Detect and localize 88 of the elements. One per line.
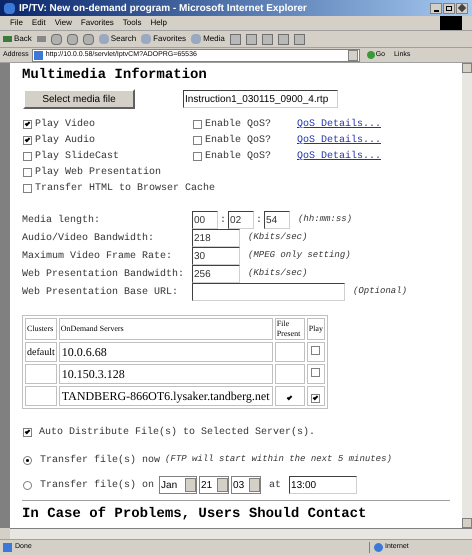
menu-item[interactable]: File <box>10 17 23 29</box>
search-button[interactable]: Search <box>98 33 136 45</box>
column-header: File Present <box>274 318 305 340</box>
field-label: Audio/Video Bandwidth: <box>22 232 156 246</box>
globe-icon <box>374 543 383 552</box>
field-hint: (MPEG only setting) <box>248 249 351 262</box>
table-cell: TANDBERG-866OT6.lysaker.tandberg.net <box>58 386 273 406</box>
field-hint: (Kbits/sec) <box>248 267 308 280</box>
column-header: Clusters <box>25 318 57 340</box>
vertical-scrollbar[interactable] <box>462 63 472 528</box>
window-title: IP/TV: New on-demand program - Microsoft Internet Explorer <box>19 2 307 16</box>
text-field[interactable]: 256 <box>192 265 240 283</box>
minimize-button[interactable] <box>430 2 442 14</box>
field-hint: (Kbits/sec) <box>248 231 308 244</box>
radio-button[interactable] <box>23 480 32 490</box>
option-label: Enable QoS? <box>205 134 272 148</box>
menu-item[interactable]: View <box>54 17 72 29</box>
day-dropdown[interactable]: 21 <box>199 476 230 494</box>
option-label: at <box>269 478 282 492</box>
page-icon <box>34 50 43 60</box>
column-header: Play <box>306 318 325 340</box>
option-label: Transfer file(s) now <box>40 454 160 468</box>
menu-item[interactable]: Help <box>150 17 167 29</box>
horizontal-scrollbar[interactable] <box>10 528 472 539</box>
favorites-button[interactable]: Favorites <box>141 33 186 45</box>
checkbox[interactable] <box>23 428 32 437</box>
checkbox[interactable] <box>23 136 32 145</box>
column-header: OnDemand Servers <box>58 318 273 340</box>
option-label: Play Audio <box>35 134 96 148</box>
menu-item[interactable]: Tools <box>122 17 142 29</box>
close-button[interactable] <box>456 2 468 14</box>
page-heading: Multimedia Information <box>22 67 208 83</box>
qos-details-link[interactable]: QoS Details... <box>297 133 382 148</box>
checkmark-icon <box>286 394 293 400</box>
checkbox[interactable] <box>311 368 320 377</box>
table-cell <box>25 364 57 384</box>
option-label: Play Video <box>35 118 96 132</box>
back-button[interactable]: Back <box>3 33 32 45</box>
table-cell: default <box>25 342 57 362</box>
option-label: Play Web Presentation <box>35 166 162 180</box>
table-cell: 10.150.3.128 <box>58 364 273 384</box>
media-file-field[interactable]: Instruction1_030115_0900_4.rtp <box>183 90 338 108</box>
option-label: Transfer HTML to Browser Cache <box>35 182 216 196</box>
field-label: Web Presentation Base URL: <box>22 286 180 300</box>
checkbox[interactable] <box>23 152 32 161</box>
page-icon <box>3 543 12 552</box>
table-cell: 10.0.6.68 <box>58 342 273 362</box>
option-label: Transfer file(s) on <box>40 478 154 492</box>
table-cell <box>25 386 57 406</box>
checkbox[interactable] <box>23 120 32 129</box>
field-hint: (Optional) <box>353 285 408 298</box>
checkbox[interactable] <box>23 184 32 193</box>
checkbox[interactable] <box>311 394 320 403</box>
field-label: Media length: <box>22 214 102 228</box>
checkbox[interactable] <box>23 168 32 177</box>
browser-icon <box>4 2 15 14</box>
checkbox[interactable] <box>311 346 320 355</box>
option-label: Enable QoS? <box>205 118 272 132</box>
menu-item[interactable]: Edit <box>32 17 46 29</box>
media-button[interactable]: Media <box>191 33 225 45</box>
transfer-note: (FTP will start within the next 5 minutes) <box>165 453 392 466</box>
separator: : <box>255 214 264 228</box>
menu-item[interactable]: Favorites <box>80 17 114 29</box>
year-dropdown[interactable]: 03 <box>231 476 262 494</box>
time-field[interactable]: 13:00 <box>289 476 358 494</box>
qos-details-link[interactable]: QoS Details... <box>297 117 382 132</box>
select-media-file-button[interactable]: Select media file <box>23 89 135 109</box>
option-label: Auto Distribute File(s) to Selected Server(s). <box>39 426 316 440</box>
checkbox[interactable] <box>193 120 202 129</box>
hours-field[interactable]: 00 <box>192 211 218 229</box>
field-label: Web Presentation Bandwidth: <box>22 268 186 282</box>
text-field[interactable]: 30 <box>192 247 240 265</box>
option-label: Play SlideCast <box>35 150 120 164</box>
field-hint: (hh:mm:ss) <box>298 213 352 226</box>
option-label: Enable QoS? <box>205 150 272 164</box>
separator: : <box>219 214 228 228</box>
checkbox[interactable] <box>193 136 202 145</box>
text-field[interactable] <box>192 283 345 301</box>
seconds-field[interactable]: 54 <box>264 211 290 229</box>
field-label: Maximum Video Frame Rate: <box>22 250 174 264</box>
radio-button[interactable] <box>23 456 32 464</box>
qos-details-link[interactable]: QoS Details... <box>297 149 382 164</box>
checkbox[interactable] <box>193 152 202 161</box>
maximize-button[interactable] <box>443 2 455 14</box>
text-field[interactable]: 218 <box>192 229 240 247</box>
minutes-field[interactable]: 02 <box>228 211 254 229</box>
month-dropdown[interactable]: Jan <box>159 476 198 494</box>
section-heading: In Case of Problems, Users Should Contact <box>22 505 368 524</box>
